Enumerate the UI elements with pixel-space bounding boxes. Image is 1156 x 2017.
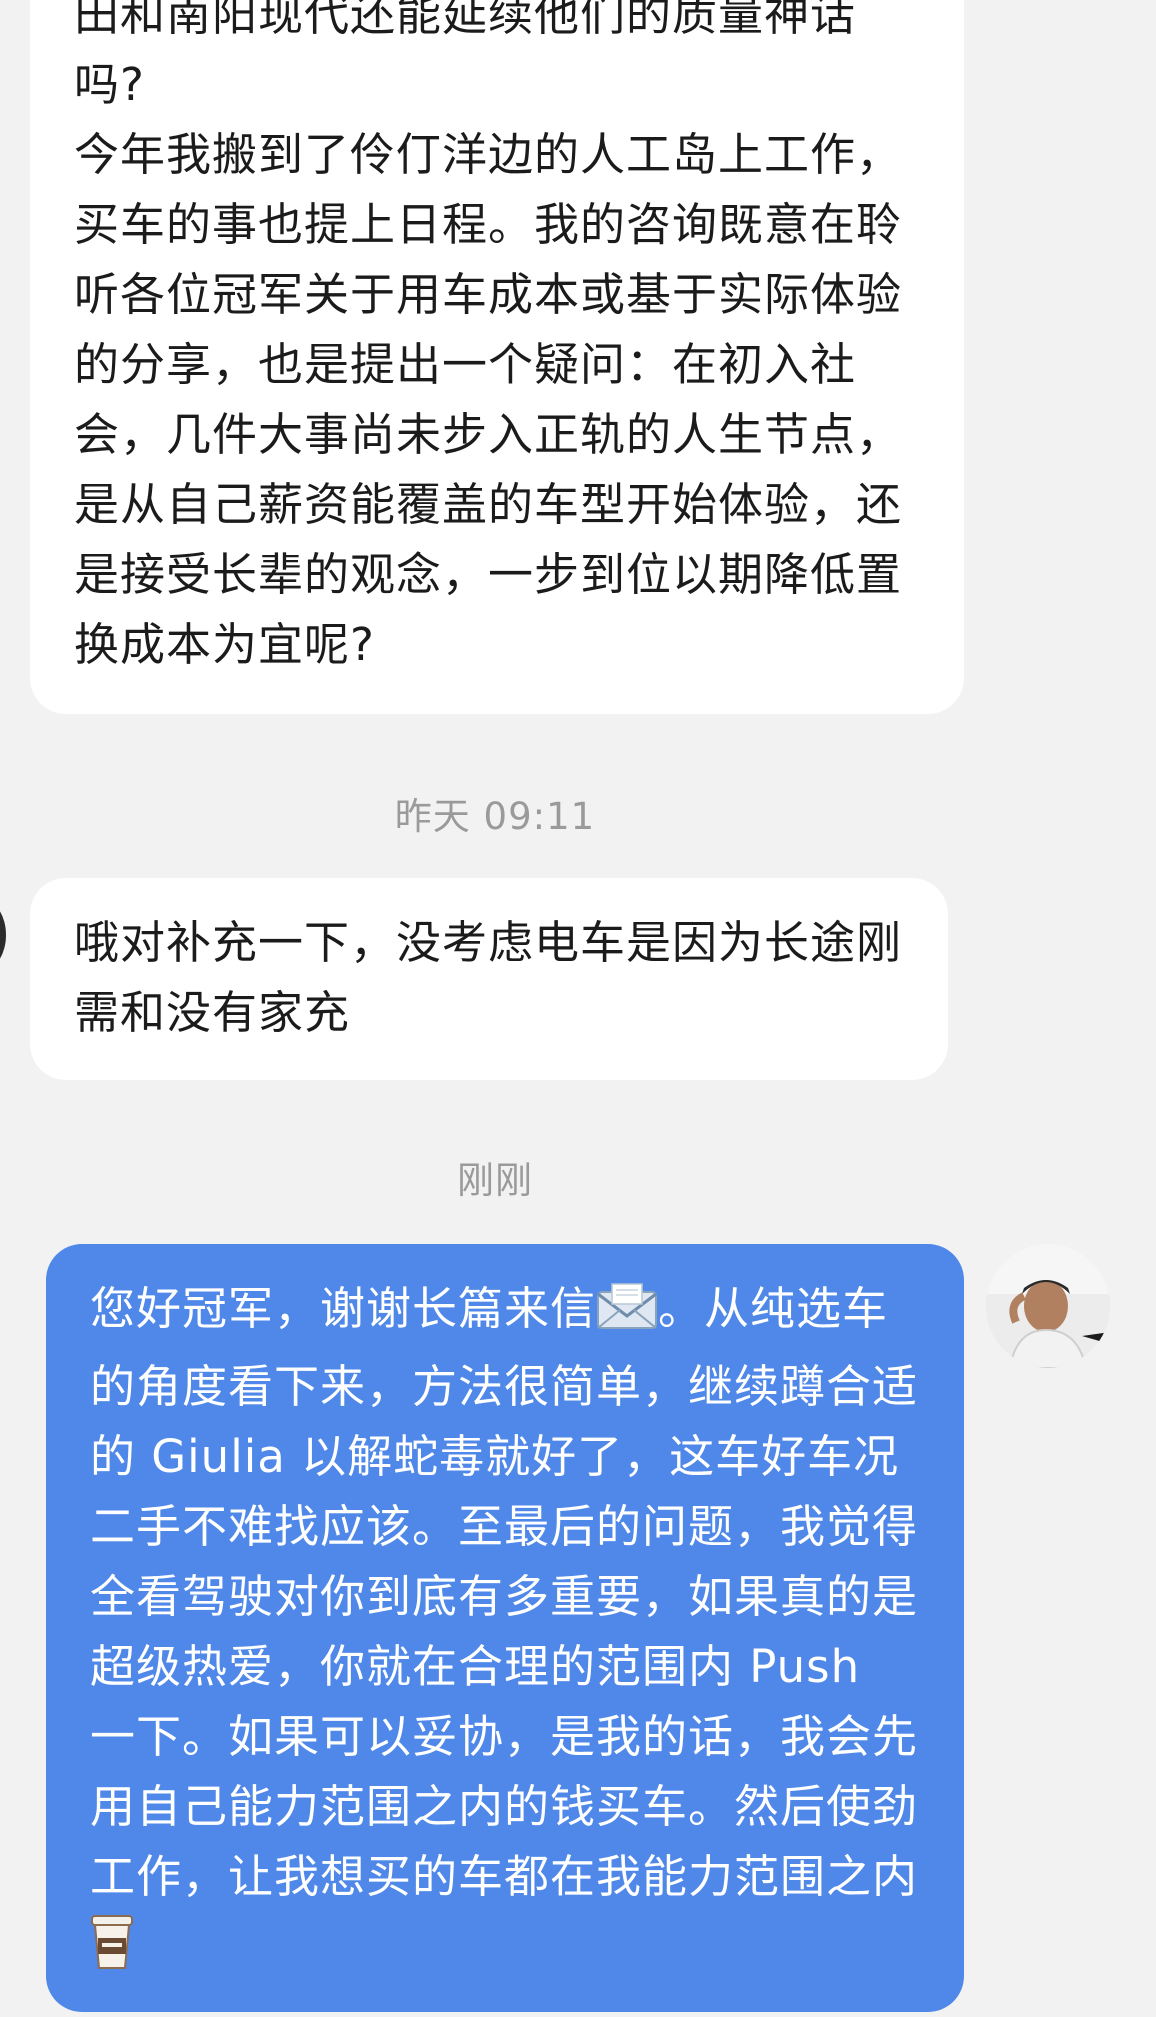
envelope-icon	[596, 1282, 658, 1352]
message-text: 您好冠军，谢谢长篇来信 。从纯选车的角度看下来，方法很简单，继续蹲合适的 Giul…	[90, 1274, 920, 1990]
avatar[interactable]	[0, 900, 6, 970]
coffee-cup-icon	[90, 1914, 134, 1990]
message-text: 哦对补充一下，没考虑电车是因为长途刚需和没有家充	[74, 916, 903, 1039]
message-bubble-incoming[interactable]: 田和南阳现代还能延续他们的质量神话吗? 今年我搬到了伶仃洋边的人工岛上工作，买车…	[30, 0, 964, 714]
message-timestamp: 昨天 09:11	[394, 795, 596, 838]
message-text-part: 您好冠军，谢谢长篇来信	[90, 1282, 597, 1335]
message-bubble-outgoing[interactable]: 您好冠军，谢谢长篇来信 。从纯选车的角度看下来，方法很简单，继续蹲合适的 Giul…	[46, 1244, 964, 2012]
message-bubble-incoming[interactable]: 哦对补充一下，没考虑电车是因为长途刚需和没有家充	[30, 878, 948, 1080]
message-text: 田和南阳现代还能延续他们的质量神话吗? 今年我搬到了伶仃洋边的人工岛上工作，买车…	[74, 0, 903, 671]
chat-screen: 田和南阳现代还能延续他们的质量神话吗? 今年我搬到了伶仃洋边的人工岛上工作，买车…	[0, 0, 1156, 2017]
message-timestamp: 刚刚	[457, 1159, 533, 1202]
message-text-part: 。从纯选车的角度看下来，方法很简单，继续蹲合适的 Giulia 以解蛇毒就好了，…	[90, 1282, 919, 1903]
avatar[interactable]	[986, 1244, 1110, 1368]
